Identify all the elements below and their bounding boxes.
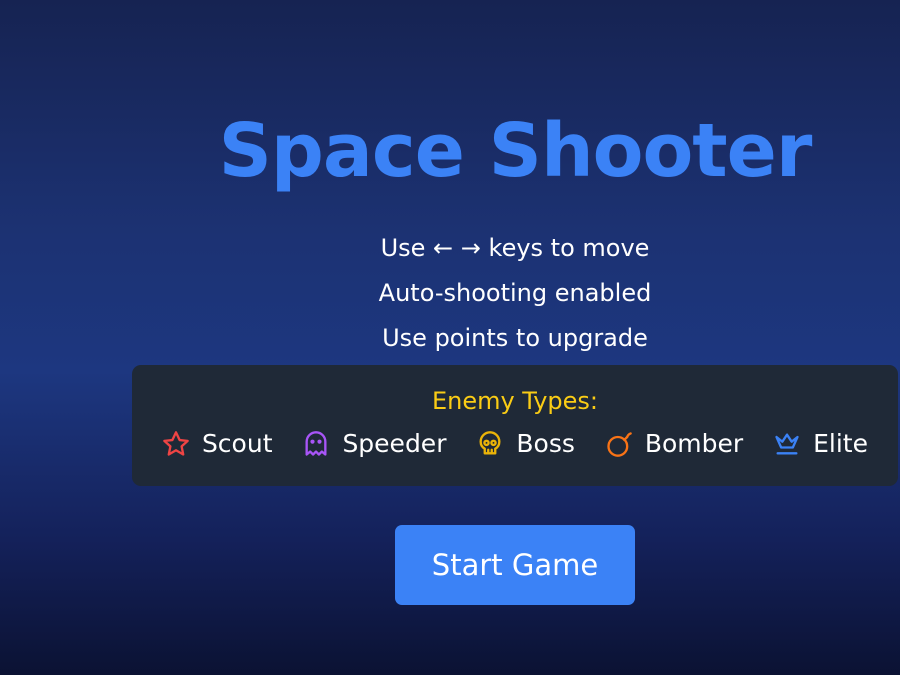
enemy-list: Scout Speeder Boss Bomber Elite [132, 429, 898, 458]
enemy-label: Scout [201, 429, 273, 458]
instruction-shoot: Auto-shooting enabled [378, 279, 652, 307]
enemy-label: Speeder [342, 429, 447, 458]
enemy-elite: Elite [773, 429, 868, 458]
start-game-button[interactable]: Start Game [395, 525, 635, 605]
enemy-bomber: Bomber [605, 429, 743, 458]
instruction-upgrade: Use points to upgrade [382, 324, 648, 352]
instruction-move: Use ← → keys to move [380, 234, 650, 262]
bomb-icon [607, 431, 632, 457]
crown-icon [775, 433, 799, 454]
game-title: Space Shooter [218, 108, 813, 194]
skull-icon [479, 430, 501, 454]
ghost-icon [305, 430, 327, 456]
enemy-label: Elite [813, 429, 868, 458]
enemy-speeder: Speeder [302, 429, 446, 458]
enemy-label: Bomber [644, 429, 744, 458]
enemy-label: Boss [516, 429, 575, 458]
enemy-types-panel: Enemy Types: Scout Speeder Boss Bomber E… [132, 365, 898, 486]
enemy-scout: Scout [162, 429, 273, 458]
star-icon [163, 430, 189, 456]
instructions: Use ← → keys to move Auto-shooting enabl… [130, 228, 900, 363]
enemy-boss: Boss [476, 429, 575, 458]
enemy-types-title: Enemy Types: [431, 387, 599, 415]
